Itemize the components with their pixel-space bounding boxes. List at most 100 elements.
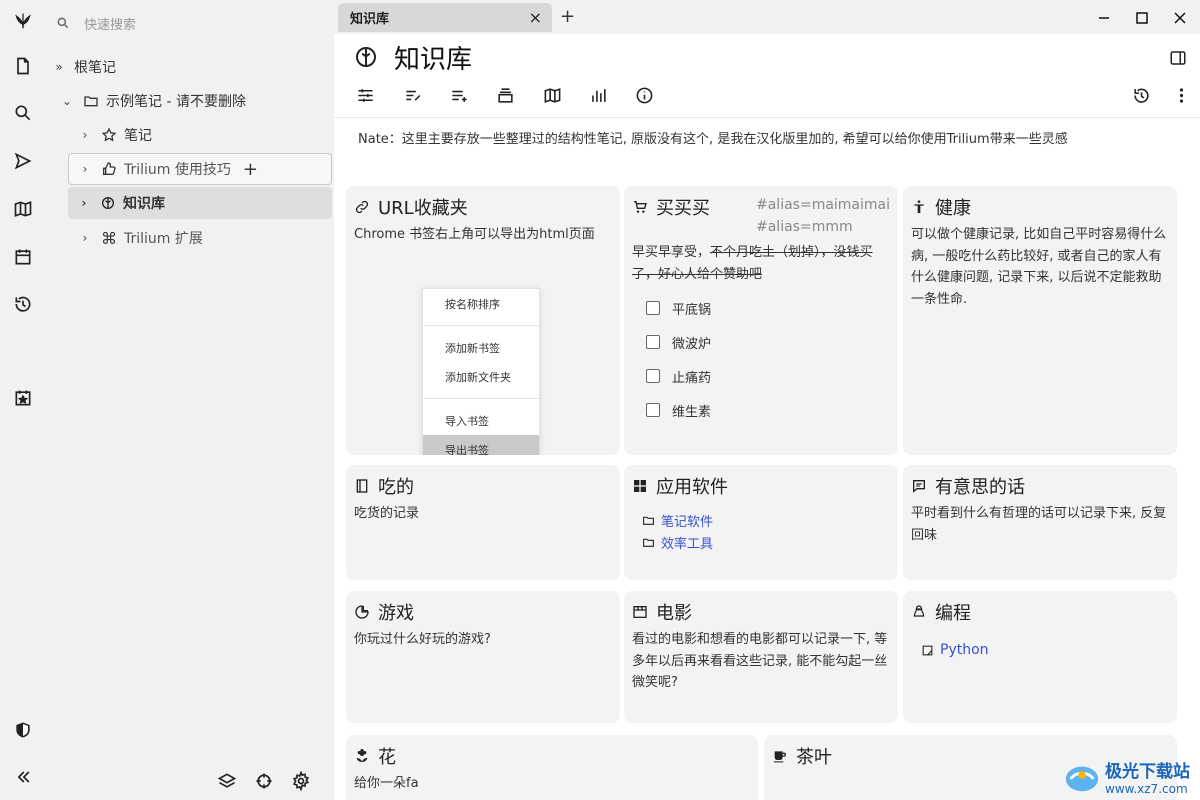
card-games[interactable]: 游戏 你玩过什么好玩的游戏? bbox=[346, 591, 620, 723]
linux-icon bbox=[913, 605, 925, 617]
chevron-down-icon[interactable]: ⌄ bbox=[60, 94, 74, 108]
card-food[interactable]: 吃的 吃货的记录 bbox=[346, 465, 620, 580]
chevron-right-icon[interactable]: › bbox=[77, 196, 91, 210]
layers-icon[interactable] bbox=[212, 766, 242, 796]
new-note-icon[interactable] bbox=[8, 51, 38, 81]
close-tab-button[interactable]: × bbox=[529, 8, 542, 27]
card-url-bookmarks[interactable]: URL收藏夹 Chrome 书签右上角可以导出为html页面 按名称排序 添加新… bbox=[346, 186, 620, 455]
checkbox[interactable] bbox=[646, 369, 660, 383]
book-icon bbox=[356, 479, 368, 493]
tree-node-label: 笔记 bbox=[124, 128, 152, 144]
card-flowers[interactable]: 花 给你一朵fa bbox=[346, 735, 758, 800]
folder-icon bbox=[643, 538, 654, 547]
todo-item[interactable]: 微波炉 bbox=[632, 325, 890, 359]
gear-icon[interactable] bbox=[286, 766, 316, 796]
add-child-button[interactable]: + bbox=[243, 159, 258, 180]
bar-chart-icon[interactable] bbox=[585, 82, 611, 108]
watermark-url: www.xz7.com bbox=[1105, 782, 1188, 796]
shield-icon[interactable] bbox=[8, 715, 38, 745]
card-shopping[interactable]: 买买买#alias=maimaimai #alias=mmm #alias=ma… bbox=[624, 186, 898, 455]
collection-icon[interactable] bbox=[492, 82, 518, 108]
todo-item[interactable]: 止痛药 bbox=[632, 359, 890, 393]
note-tree-panel: 快速搜索 » 根笔记 ⌄ 示例笔记 - 请不要删除 › 笔记 › Trilium… bbox=[46, 0, 334, 800]
edit-list-icon[interactable] bbox=[400, 82, 426, 108]
code-note-icon bbox=[922, 645, 933, 655]
note-content[interactable]: Nate：这里主要存放一些整理过的结构性笔记, 原版没有这个, 是我在汉化版里加… bbox=[358, 128, 1178, 147]
note-link[interactable]: 效率工具 bbox=[632, 531, 890, 553]
new-tab-button[interactable]: + bbox=[560, 6, 575, 27]
card-text: 你玩过什么好玩的游戏? bbox=[354, 632, 491, 647]
checkbox[interactable] bbox=[646, 403, 660, 417]
tab-knowledge[interactable]: 知识库 × bbox=[338, 3, 552, 32]
card-tag: #alias=maimaimai #alias=mmm bbox=[756, 197, 891, 235]
folder-icon bbox=[82, 92, 100, 110]
card-text: 吃货的记录 bbox=[354, 506, 420, 521]
maximize-icon[interactable] bbox=[1130, 6, 1154, 30]
checkbox[interactable] bbox=[646, 301, 660, 315]
page-title[interactable]: 知识库 bbox=[394, 39, 472, 76]
link-label[interactable]: Python bbox=[940, 642, 989, 658]
send-icon[interactable] bbox=[8, 146, 38, 176]
quick-search[interactable]: 快速搜索 bbox=[50, 8, 326, 38]
card-programming[interactable]: 编程 Python bbox=[903, 591, 1177, 723]
card-health[interactable]: 健康 可以做个健康记录, 比如自己平时容易得什么病, 一般吃什么药比较好, 或者… bbox=[903, 186, 1177, 455]
map-icon[interactable] bbox=[539, 82, 565, 108]
minimize-icon[interactable] bbox=[1092, 6, 1116, 30]
logo-icon[interactable] bbox=[8, 6, 38, 36]
card-title: 花 bbox=[378, 747, 396, 768]
close-window-icon[interactable] bbox=[1168, 6, 1192, 30]
card-movies[interactable]: 电影 看过的电影和想看的电影都可以记录一下, 等多年以后再来看看这些记录, 能不… bbox=[624, 591, 898, 723]
note-title-row: 知识库 bbox=[354, 39, 472, 76]
coffee-cup-icon bbox=[774, 751, 786, 763]
tree-node-extensions[interactable]: › ⌘ Trilium 扩展 bbox=[78, 222, 203, 254]
map-icon[interactable] bbox=[8, 194, 38, 224]
card-title: 吃的 bbox=[378, 477, 414, 498]
tree-node-example[interactable]: ⌄ 示例笔记 - 请不要删除 bbox=[60, 85, 246, 117]
comment-icon bbox=[913, 480, 925, 493]
calendar-icon[interactable] bbox=[8, 242, 38, 272]
card-apps[interactable]: 应用软件 笔记软件 效率工具 bbox=[624, 465, 898, 580]
history-icon[interactable] bbox=[1128, 82, 1154, 108]
expand-double-icon[interactable]: » bbox=[52, 60, 66, 74]
add-list-icon[interactable] bbox=[446, 82, 472, 108]
cart-icon bbox=[634, 201, 647, 213]
search-icon bbox=[57, 17, 69, 29]
history-icon[interactable] bbox=[8, 289, 38, 319]
more-menu-icon[interactable] bbox=[1168, 82, 1194, 108]
brain-icon bbox=[99, 194, 117, 212]
card-quotes[interactable]: 有意思的话 平时看到什么有哲理的话可以记录下来, 反复回味 bbox=[903, 465, 1177, 580]
todo-label: 平底锅 bbox=[672, 302, 712, 318]
note-link[interactable]: Python bbox=[911, 639, 1169, 661]
chevron-right-icon[interactable]: › bbox=[78, 162, 92, 176]
calendar-star-icon[interactable] bbox=[8, 383, 38, 413]
brain-icon bbox=[356, 47, 376, 67]
tree-node-label: Trilium 扩展 bbox=[124, 231, 203, 247]
checkbox[interactable] bbox=[646, 335, 660, 349]
link-label[interactable]: 效率工具 bbox=[661, 533, 713, 552]
card-text: 可以做个健康记录, 比如自己平时容易得什么病, 一般吃什么药比较好, 或者自己的… bbox=[911, 227, 1167, 307]
todo-item[interactable]: 平底锅 bbox=[632, 291, 890, 325]
card-title: 健康 bbox=[935, 198, 971, 219]
card-title: URL收藏夹 bbox=[378, 198, 468, 219]
tree-node-root[interactable]: » 根笔记 bbox=[52, 51, 116, 83]
tree-node-notes[interactable]: › 笔记 bbox=[78, 119, 152, 151]
tree-node-knowledge[interactable]: › 知识库 bbox=[68, 187, 332, 219]
collapse-icon[interactable] bbox=[8, 762, 38, 792]
tree-node-label: 根笔记 bbox=[74, 60, 116, 76]
settings-sliders-icon[interactable] bbox=[352, 82, 378, 108]
menu-item: 添加新文件夹 bbox=[445, 370, 511, 384]
chevron-right-icon[interactable]: › bbox=[78, 231, 92, 245]
todo-item[interactable]: 维生素 bbox=[632, 393, 890, 427]
quick-search-input[interactable]: 快速搜索 bbox=[84, 14, 136, 33]
info-icon[interactable] bbox=[631, 82, 657, 108]
note-link[interactable]: 笔记软件 bbox=[632, 509, 890, 531]
tree-node-label: 示例笔记 - 请不要删除 bbox=[106, 94, 246, 110]
search-icon[interactable] bbox=[8, 98, 38, 128]
chevron-right-icon[interactable]: › bbox=[78, 128, 92, 142]
film-icon bbox=[633, 606, 647, 618]
menu-item: 添加新书签 bbox=[445, 341, 500, 355]
tree-node-tips[interactable]: › Trilium 使用技巧 + bbox=[68, 153, 332, 185]
right-panel-toggle-icon[interactable] bbox=[1166, 46, 1190, 70]
crosshair-icon[interactable] bbox=[249, 766, 279, 796]
link-label[interactable]: 笔记软件 bbox=[661, 511, 713, 530]
